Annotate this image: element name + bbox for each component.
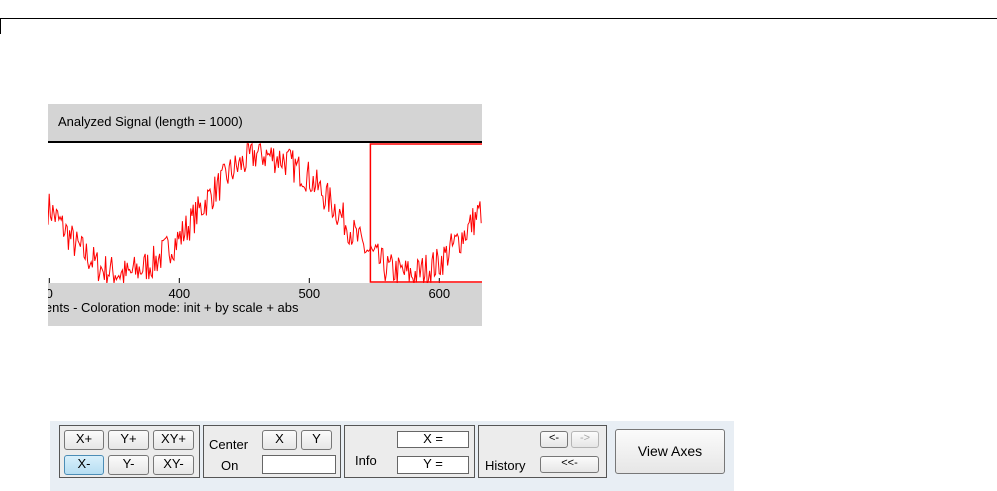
signal-plot-area[interactable]	[48, 141, 482, 283]
zoom-out-x-button[interactable]: X-	[64, 455, 104, 475]
analyzed-signal-panel: Analyzed Signal (length = 1000) 0 400 500 6…	[48, 104, 482, 326]
center-group: Center X Y On	[203, 425, 341, 478]
signal-series-line	[48, 143, 482, 283]
x-tick-label: 500	[298, 286, 321, 301]
x-tick-label: 0	[48, 286, 53, 301]
view-axes-button[interactable]: View Axes	[615, 429, 725, 474]
center-label: Center	[209, 437, 249, 452]
axes-toolbar: X+ Y+ XY+ X- Y- XY- Center X Y On Info X…	[50, 421, 734, 491]
history-label: History	[485, 458, 526, 473]
center-x-button[interactable]: X	[262, 430, 297, 450]
window-frame-left	[0, 18, 1, 34]
x-tick-label: 400	[168, 286, 191, 301]
history-forward-button[interactable]: ->	[571, 431, 599, 448]
zoom-group: X+ Y+ XY+ X- Y- XY-	[59, 425, 200, 478]
history-group: History <- -> <<-	[478, 425, 607, 478]
panel-title: Analyzed Signal (length = 1000)	[58, 114, 243, 129]
x-readout: X =	[397, 431, 469, 448]
window-frame-top	[0, 18, 997, 19]
info-label: Info	[355, 453, 377, 468]
zoom-out-xy-button[interactable]: XY-	[153, 455, 194, 475]
zoom-in-x-button[interactable]: X+	[64, 430, 104, 450]
center-on-label: On	[221, 458, 239, 473]
x-tick-label: 600	[428, 286, 451, 301]
zoom-in-xy-button[interactable]: XY+	[153, 430, 194, 450]
center-on-field[interactable]	[262, 455, 336, 474]
history-back-all-button[interactable]: <<-	[540, 456, 599, 473]
history-back-button[interactable]: <-	[540, 431, 568, 448]
signal-plot[interactable]	[48, 143, 482, 283]
y-readout: Y =	[397, 456, 469, 474]
center-y-button[interactable]: Y	[301, 430, 332, 450]
info-group: Info X = Y =	[344, 425, 475, 478]
coloration-mode-status: ients - Coloration mode: init + by scale…	[48, 300, 299, 315]
zoom-in-y-button[interactable]: Y+	[108, 430, 149, 450]
zoom-out-y-button[interactable]: Y-	[108, 455, 149, 475]
